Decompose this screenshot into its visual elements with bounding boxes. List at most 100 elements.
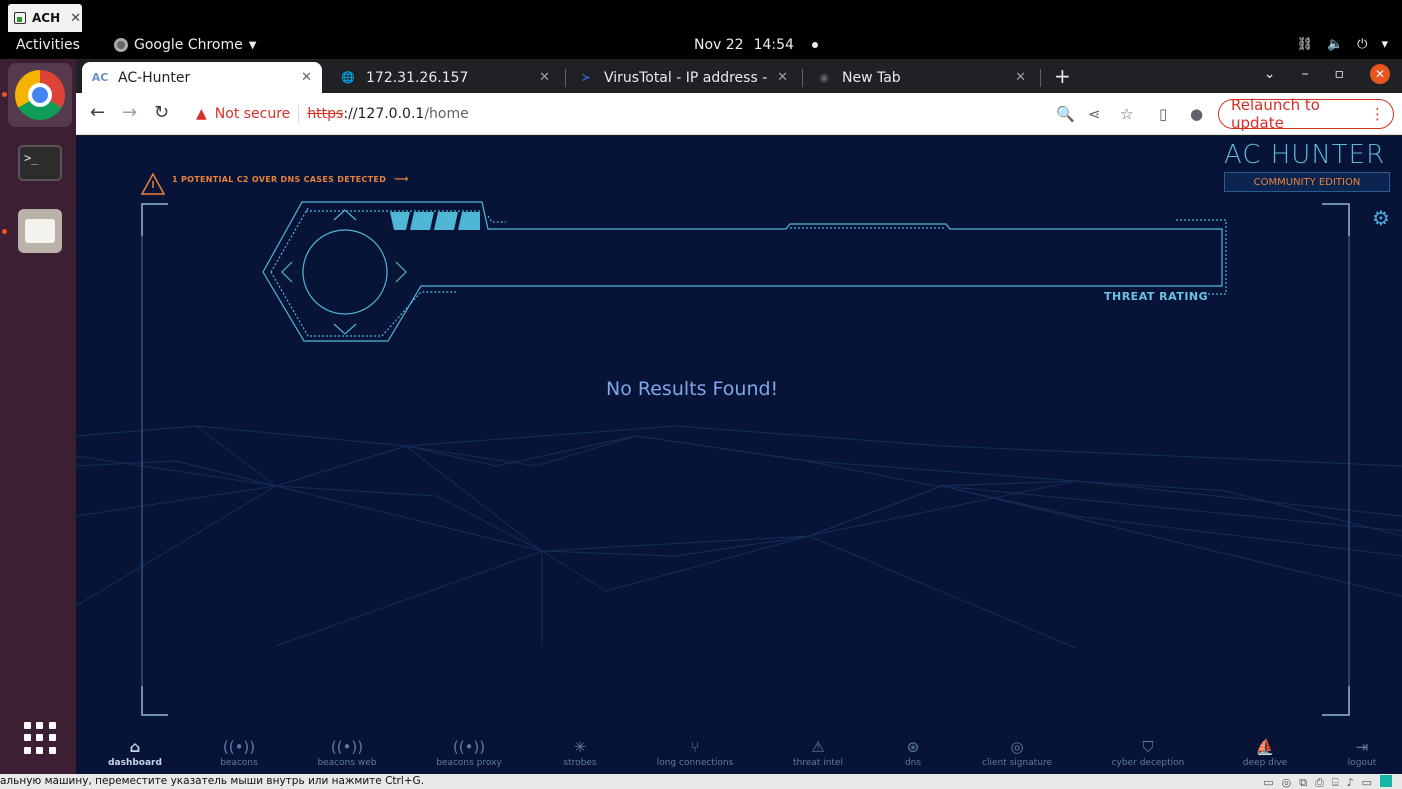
activities-button[interactable]: Activities [16,37,80,53]
back-icon[interactable]: ← [90,102,105,123]
tab-ip[interactable]: 🌐 172.31.26.157 ✕ [330,62,560,93]
nav-strobes[interactable]: ✳ strobes [563,738,596,768]
window-controls: ⌄ – ▫ ✕ [1264,64,1390,84]
dns-alert-text: 1 POTENTIAL C2 OVER DNS CASES DETECTED [172,175,387,184]
vm-logo-icon [1380,775,1392,787]
terminal-icon: >_ [18,145,62,181]
relaunch-label: Relaunch to update [1231,96,1320,132]
cd-icon: ◎ [1281,776,1292,789]
reload-icon[interactable]: ↻ [154,102,169,123]
home-icon: ⌂ [129,738,141,756]
tab-title: 172.31.26.157 [366,69,469,86]
nav-label: long connections [656,758,734,768]
clock[interactable]: Nov 22 14:54 [694,37,818,53]
nav-label: threat intel [793,758,843,768]
gear-icon[interactable]: ⚙ [1372,206,1390,230]
nav-label: strobes [563,758,597,768]
maximize-icon[interactable]: ▫ [1335,66,1345,82]
branch-icon: ⑂ [690,738,700,756]
screen: ACH ✕ Activities Google Chrome ▼ Nov 22 … [0,0,1402,789]
side-panel-icon[interactable]: ▯ [1159,105,1167,123]
profile-avatar-icon[interactable]: ● [1190,105,1203,123]
vm-status-tray: ▭ ◎ ⧉ ⎙ ⌸ ♪ ▭ [1263,775,1392,789]
display-icon: ▭ [1361,776,1372,789]
chrome-tabstrip: AC AC-Hunter ✕ 🌐 172.31.26.157 ✕ ≻ Virus… [76,59,1402,93]
tab-title: VirusTotal - IP address - 1€ [604,69,768,86]
disk-icon: ▭ [1263,776,1274,789]
nav-label: beacons [220,758,258,768]
status-message: альную машину, переместите указатель мыш… [0,775,425,787]
background-graphics [76,172,1402,716]
chrome-toolbar: ← → ↻ ▲ Not secure https ://127.0.0.1 /h… [76,93,1402,135]
dock-chrome[interactable] [8,63,72,127]
forward-icon[interactable]: → [122,102,137,123]
tab-new-tab[interactable]: ◉ New Tab ✕ [806,62,1036,93]
system-tray[interactable]: ⛓ 🔈 ⏻ ▾ [1296,37,1388,52]
close-window-icon[interactable]: ✕ [1370,64,1390,84]
minimize-icon[interactable]: – [1302,66,1309,82]
warning-icon: ▲ [196,106,207,122]
logout-icon: ⇥ [1355,738,1369,756]
tray-caret-icon: ▾ [1381,37,1388,52]
nav-beacons-proxy[interactable]: ((•)) beacons proxy [436,738,502,768]
virustotal-favicon-icon: ≻ [581,71,591,84]
clock-date: Nov 22 [694,37,744,53]
show-apps-icon[interactable] [24,722,56,754]
nav-dns[interactable]: ⊛ dns [905,738,921,768]
threat-rating-label: THREAT RATING [1104,290,1209,303]
new-tab-button[interactable]: + [1054,64,1071,88]
vm-tab-close-icon[interactable]: ✕ [70,11,81,26]
dock-terminal[interactable]: >_ [8,131,72,195]
bookmark-star-icon[interactable]: ☆ [1120,105,1133,123]
arrow-right-icon: ⟶ [394,174,409,185]
nav-deep-dive[interactable]: ⛵ deep dive [1243,738,1287,768]
nav-label: client signature [982,758,1052,768]
network-icon: ⛓ [1296,37,1313,52]
nav-beacons[interactable]: ((•)) beacons [220,738,258,768]
omnibox-divider [298,105,300,123]
nav-long-connections[interactable]: ⑂ long connections [657,738,734,768]
vm-status-bar: альную машину, переместите указатель мыш… [0,774,1402,789]
warning-icon: ⚠ [811,738,825,756]
nav-dashboard[interactable]: ⌂ dashboard [108,738,162,768]
not-secure-label[interactable]: Not secure [215,106,291,122]
vm-tab[interactable]: ACH ✕ [8,4,82,32]
more-menu-icon: ⋮ [1370,105,1385,123]
globe-icon: ⊛ [906,738,920,756]
ac-hunter-app: 1 POTENTIAL C2 OVER DNS CASES DETECTED ⟶… [76,136,1402,774]
tab-close-icon[interactable]: ✕ [539,70,550,85]
tab-close-icon[interactable]: ✕ [777,70,788,85]
relaunch-button[interactable]: Relaunch to update ⋮ [1218,96,1394,132]
tab-search-icon[interactable]: ⌄ [1264,66,1276,82]
tab-close-icon[interactable]: ✕ [1015,70,1026,85]
url-path: /home [424,106,469,122]
dock-files[interactable] [8,199,72,263]
tab-virustotal[interactable]: ≻ VirusTotal - IP address - 1€ ✕ [568,62,798,93]
ac-favicon-icon: AC [91,71,109,84]
tab-separator [802,69,803,87]
broadcast-icon: ((•)) [452,738,486,756]
nav-cyber-deception[interactable]: ⛉ cyber deception [1112,738,1185,768]
nav-beacons-web[interactable]: ((•)) beacons web [317,738,376,768]
app-menu-label: Google Chrome [134,37,243,53]
tab-separator [1040,69,1041,87]
tab-close-icon[interactable]: ✕ [301,70,312,85]
files-icon [18,209,62,253]
share-icon[interactable]: ⋖ [1088,105,1101,123]
running-indicator [2,92,7,97]
nav-threat-intel[interactable]: ⚠ threat intel [793,738,843,768]
burst-icon: ✳ [573,738,587,756]
caret-down-icon: ▼ [248,39,257,51]
usb-icon: ⌸ [1331,776,1339,789]
dns-alert[interactable]: 1 POTENTIAL C2 OVER DNS CASES DETECTED ⟶ [142,174,409,185]
broadcast-icon: ((•)) [330,738,364,756]
tab-ac-hunter[interactable]: AC AC-Hunter ✕ [82,62,322,93]
nav-client-signature[interactable]: ◎ client signature [982,738,1052,768]
notification-dot-icon [811,42,818,48]
zoom-icon[interactable]: 🔍 [1056,105,1075,123]
nav-logout[interactable]: ⇥ logout [1348,738,1376,768]
app-menu[interactable]: Google Chrome ▼ [114,37,256,53]
edition-badge: COMMUNITY EDITION [1224,172,1390,192]
address-bar[interactable]: ▲ Not secure https ://127.0.0.1 /home [186,98,1206,130]
vm-window-bar: ACH ✕ [0,0,1402,32]
